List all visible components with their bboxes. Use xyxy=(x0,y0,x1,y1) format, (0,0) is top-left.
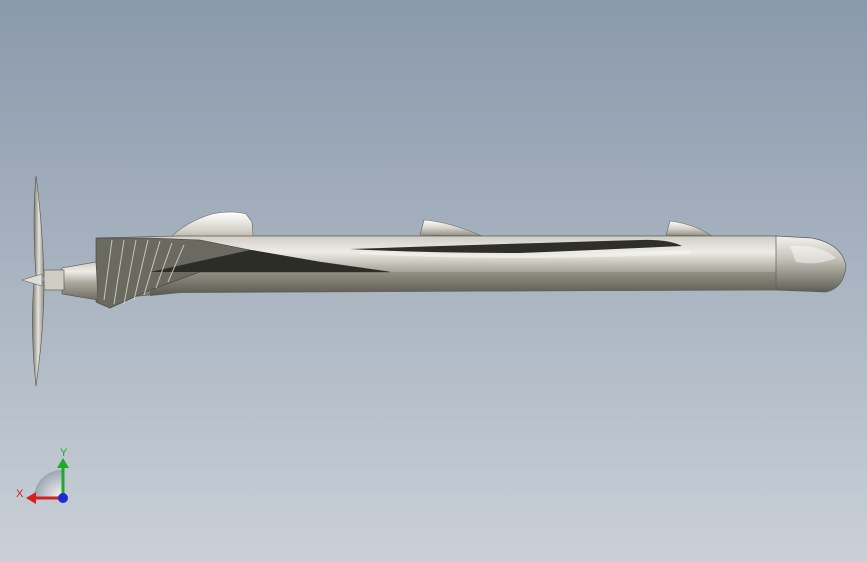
spinner-hub xyxy=(61,261,99,301)
triad-x-label: X xyxy=(16,488,24,500)
model-scene[interactable]: Y X xyxy=(0,0,867,562)
cad-viewport[interactable]: Y X xyxy=(0,0,867,562)
triad-y-label: Y xyxy=(60,447,68,459)
motor-ring xyxy=(43,269,65,291)
triad-z-axis xyxy=(58,493,68,503)
